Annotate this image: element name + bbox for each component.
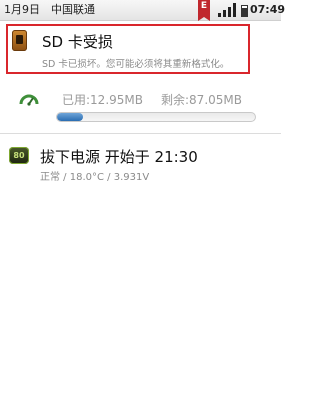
storage-usage-notification[interactable]: 已用:12.95MB 剩余:87.05MB — [0, 84, 281, 124]
signal-icon — [218, 3, 236, 17]
sd-notification-description: SD 卡已损坏。您可能必须将其重新格式化。 — [42, 59, 230, 70]
divider — [0, 133, 281, 134]
power-notification-title: 拔下电源 开始于 21:30 — [40, 148, 198, 166]
carrier-name: 中国联通 — [51, 3, 95, 16]
sd-card-icon — [12, 30, 27, 51]
battery-level-icon: 80 — [9, 147, 29, 164]
bookmark-ribbon-icon: E — [198, 0, 210, 21]
status-bar: 1月9日 中国联通 E 07:49 — [0, 0, 285, 21]
gauge-icon — [19, 94, 39, 106]
power-unplugged-notification[interactable]: 80 拔下电源 开始于 21:30 正常 / 18.0°C / 3.931V — [0, 140, 281, 184]
storage-used-text: 已用:12.95MB — [62, 93, 143, 107]
sd-notification-title: SD 卡受损 — [42, 33, 113, 51]
battery-icon — [241, 5, 248, 17]
storage-progress-bar — [56, 112, 256, 122]
storage-progress-fill — [57, 113, 83, 121]
status-date: 1月9日 — [4, 3, 40, 16]
power-notification-subtitle: 正常 / 18.0°C / 3.931V — [40, 172, 150, 183]
status-time: 07:49 — [250, 3, 286, 16]
storage-free-text: 剩余:87.05MB — [161, 93, 242, 107]
sd-card-damaged-notification[interactable]: SD 卡受损 SD 卡已损坏。您可能必须将其重新格式化。 — [6, 24, 250, 74]
